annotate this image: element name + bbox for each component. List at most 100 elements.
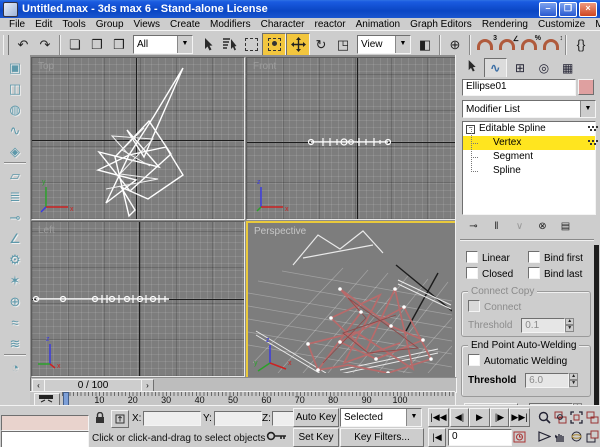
selection-lock-toggle[interactable] xyxy=(92,410,108,426)
select-and-manipulate-button[interactable]: ⊕ xyxy=(444,34,466,56)
tab-hierarchy[interactable]: ⊞ xyxy=(510,59,531,77)
absolute-offset-toggle[interactable] xyxy=(111,410,129,428)
menu-item[interactable]: Modifiers xyxy=(205,19,256,30)
undo-button[interactable]: ↶ xyxy=(12,34,34,56)
select-and-scale-button[interactable]: ◳ xyxy=(332,34,354,56)
menu-item[interactable]: File xyxy=(4,19,30,30)
viewport-perspective[interactable]: Perspective zyx xyxy=(246,221,458,379)
y-coordinate-field[interactable] xyxy=(214,411,262,426)
reactor-toolbar-button[interactable]: ▱ xyxy=(4,165,26,186)
configure-modifier-sets-button[interactable]: ▤ xyxy=(556,218,575,234)
viewport-perspective-label[interactable]: Perspective xyxy=(254,226,306,237)
minimize-button[interactable]: – xyxy=(539,2,557,17)
set-key-button[interactable]: Set Key xyxy=(293,428,339,447)
go-to-start-button[interactable]: |◀◀ xyxy=(428,408,449,427)
viewport-top[interactable]: Top yx xyxy=(31,57,245,220)
modifier-list-dropdown[interactable]: Modifier List ▼ xyxy=(462,100,596,118)
chevron-down-icon[interactable]: ▼ xyxy=(395,36,410,53)
window-crossing-toggle[interactable] xyxy=(262,33,286,57)
viewport-top-label[interactable]: Top xyxy=(38,61,54,72)
show-end-result-button[interactable]: ‖ xyxy=(487,218,506,234)
toolbar-grip[interactable] xyxy=(3,35,9,55)
menu-item[interactable]: Graph Editors xyxy=(405,19,477,30)
modifier-stack-item[interactable]: − Editable Spline xyxy=(463,122,595,136)
use-center-flyout-button[interactable]: ◧ xyxy=(414,34,436,56)
menu-item[interactable]: Edit xyxy=(30,19,57,30)
remove-modifier-button[interactable]: ⊗ xyxy=(533,218,552,234)
key-filters-button[interactable]: Key Filters... xyxy=(340,428,424,447)
next-frame-button[interactable]: |▶ xyxy=(490,408,509,427)
angle-snap-toggle-button[interactable]: ∠ xyxy=(496,34,518,56)
macro-recorder-line[interactable] xyxy=(1,415,89,431)
tab-display[interactable]: ▦ xyxy=(557,59,578,77)
time-configuration-button[interactable] xyxy=(510,428,528,445)
reactor-toolbar-button[interactable]: ≈ xyxy=(4,312,26,333)
checkbox-icon[interactable] xyxy=(528,267,540,279)
chevron-down-icon[interactable]: ▼ xyxy=(406,409,421,426)
reactor-toolbar-button[interactable]: ▣ xyxy=(4,57,26,78)
tab-create[interactable] xyxy=(460,57,481,75)
check-bind-last[interactable]: Bind last xyxy=(528,267,582,280)
menu-item[interactable]: reactor xyxy=(310,19,351,30)
reactor-toolbar-button[interactable]: ⊸ xyxy=(4,207,26,228)
reactor-toolbar-button[interactable]: ⊕ xyxy=(4,291,26,312)
select-and-link-button[interactable]: ❏ xyxy=(64,34,86,56)
pin-stack-button[interactable]: ⊸ xyxy=(464,218,483,234)
bind-to-space-warp-button[interactable]: ❒ xyxy=(108,34,130,56)
modifier-stack-item[interactable]: − Spline xyxy=(463,164,595,178)
select-and-move-button[interactable] xyxy=(286,33,310,57)
check-connect[interactable]: Connect xyxy=(468,300,590,313)
go-to-end-button[interactable]: ▶▶| xyxy=(509,408,530,427)
checkbox-icon[interactable] xyxy=(466,251,478,263)
current-frame-field[interactable]: 0 xyxy=(448,429,512,446)
viewport-left-label[interactable]: Left xyxy=(38,225,55,236)
menu-item[interactable]: Group xyxy=(91,19,129,30)
menu-item[interactable]: Tools xyxy=(57,19,90,30)
reactor-toolbar-button[interactable]: ∠ xyxy=(4,228,26,249)
zoom-extents-all-button[interactable] xyxy=(585,408,600,426)
checkbox-icon[interactable] xyxy=(468,354,480,366)
zoom-extents-button[interactable] xyxy=(569,408,584,426)
menu-item[interactable]: Customize xyxy=(533,19,590,30)
selection-filter-dropdown[interactable]: All ▼ xyxy=(133,35,193,54)
modifier-stack-item[interactable]: − Vertex xyxy=(463,136,595,150)
previous-frame-button[interactable]: ◀| xyxy=(450,408,469,427)
viewport-front[interactable]: Front zx xyxy=(246,57,456,220)
auto-key-button[interactable]: Auto Key xyxy=(293,408,339,427)
reactor-toolbar-button[interactable]: ∿ xyxy=(4,120,26,141)
unlink-selection-button[interactable]: ❐ xyxy=(86,34,108,56)
chevron-down-icon[interactable]: ▼ xyxy=(580,101,595,117)
select-by-name-button[interactable] xyxy=(218,34,240,56)
viewport-left[interactable]: Left zx xyxy=(31,221,245,377)
object-name-field[interactable]: Ellipse01 xyxy=(462,79,576,96)
snap-toggle-3d-button[interactable]: 3 xyxy=(474,34,496,56)
checkbox-icon[interactable] xyxy=(466,267,478,279)
chevron-down-icon[interactable]: ▼ xyxy=(177,36,192,53)
reactor-toolbar-button[interactable]: ✶ xyxy=(4,270,26,291)
close-button[interactable]: × xyxy=(579,2,597,17)
reactor-toolbar-button[interactable]: ◈ xyxy=(4,141,26,163)
min-max-toggle-button[interactable] xyxy=(585,427,600,445)
panel-scrollbar[interactable] xyxy=(594,245,599,405)
zoom-all-button[interactable] xyxy=(553,408,568,426)
modifier-stack-item[interactable]: − Segment xyxy=(463,150,595,164)
menu-item[interactable]: Rendering xyxy=(477,19,533,30)
reactor-toolbar-button[interactable]: ◍ xyxy=(4,99,26,120)
rectangular-selection-region-button[interactable] xyxy=(240,34,262,56)
zoom-button[interactable] xyxy=(537,408,552,426)
track-bar-ruler[interactable]: 0102030405060708090100 xyxy=(62,392,455,406)
object-color-swatch[interactable] xyxy=(578,79,594,95)
maxscript-mini-listener[interactable] xyxy=(1,431,89,447)
selection-set-dropdown[interactable]: Selected ▼ xyxy=(340,408,422,427)
select-and-rotate-button[interactable]: ↻ xyxy=(310,34,332,56)
reference-coordinate-dropdown[interactable]: View ▼ xyxy=(357,35,411,54)
menu-item[interactable]: Character xyxy=(256,19,310,30)
tab-modify[interactable]: ∿ xyxy=(484,58,507,77)
tab-motion[interactable]: ◎ xyxy=(533,59,554,77)
edit-named-selection-sets-button[interactable]: {} xyxy=(570,34,592,56)
reactor-toolbar-button[interactable]: ≣ xyxy=(4,186,26,207)
viewport-front-label[interactable]: Front xyxy=(253,61,276,72)
connect-threshold-field[interactable]: 0.1 xyxy=(521,318,565,333)
reactor-toolbar-button[interactable]: ≋ xyxy=(4,333,26,355)
field-of-view-button[interactable] xyxy=(537,427,552,445)
